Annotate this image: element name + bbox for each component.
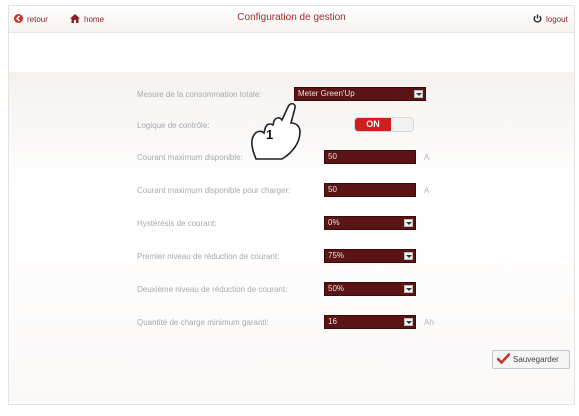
chevron-down-icon[interactable] [404, 219, 413, 227]
chevron-down-icon[interactable] [404, 318, 413, 326]
power-icon [533, 14, 542, 25]
app-window: retour home Configuration de gestion log… [8, 5, 575, 405]
max-charge-current-input[interactable]: 50 [324, 183, 416, 197]
max-current-value: 50 [328, 152, 337, 161]
hand-pointer-icon [251, 102, 301, 160]
callout-pointer: 1 [248, 99, 310, 161]
logic-label: Logique de contrôle: [137, 120, 210, 130]
hysteresis-value: 0% [328, 218, 340, 227]
consumption-label: Mesure de la consommation totale: [137, 89, 262, 99]
first-reduction-label: Premier niveau de réduction de courant: [137, 251, 280, 261]
min-charge-unit: Ah [424, 318, 434, 327]
save-button[interactable]: Sauvegarder [492, 350, 570, 369]
min-charge-label: Quantité de charge minimum garanti: [137, 317, 269, 327]
toggle-on-label: ON [355, 118, 391, 131]
second-reduction-value: 50% [328, 284, 345, 293]
logic-row: Logique de contrôle: [137, 118, 210, 132]
page-title: Configuration de gestion [237, 12, 346, 23]
save-label: Sauvegarder [513, 355, 559, 364]
checkmark-icon [496, 353, 511, 366]
hysteresis-label: Hystérésis de courant: [137, 218, 217, 228]
max-charge-current-row: Courant maximum disponible pour charger: [137, 183, 290, 197]
first-reduction-row: Premier niveau de réduction de courant: [137, 249, 279, 263]
second-reduction-row: Deuxième niveau de réduction de courant: [137, 282, 287, 296]
second-reduction-select[interactable]: 50% [324, 282, 416, 296]
max-current-input[interactable]: 50 [324, 150, 416, 164]
consumption-row: Mesure de la consommation totale: [137, 87, 262, 101]
chevron-down-icon[interactable] [404, 252, 413, 260]
max-charge-current-unit: A [424, 186, 430, 195]
min-charge-select[interactable]: 16 [324, 315, 416, 329]
min-charge-row: Quantité de charge minimum garanti: [137, 315, 269, 329]
max-charge-current-label: Courant maximum disponible pour charger: [137, 185, 291, 195]
chevron-down-icon[interactable] [404, 285, 413, 293]
second-reduction-label: Deuxième niveau de réduction de courant: [137, 284, 288, 294]
max-current-label: Courant maximum disponible: [137, 152, 243, 162]
chevron-down-icon[interactable] [414, 90, 423, 98]
callout-number: 1 [266, 127, 274, 142]
hysteresis-row: Hystérésis de courant: [137, 216, 217, 230]
max-current-unit: A [424, 153, 430, 162]
max-current-row: Courant maximum disponible: [137, 150, 243, 164]
first-reduction-value: 75% [328, 251, 345, 260]
logout-label: logout [546, 15, 568, 24]
logout-link[interactable]: logout [533, 14, 568, 25]
consumption-select[interactable]: Meter Green'Up [294, 87, 426, 101]
hysteresis-select[interactable]: 0% [324, 216, 416, 230]
max-charge-current-value: 50 [328, 185, 337, 194]
min-charge-value: 16 [328, 317, 337, 326]
consumption-value: Meter Green'Up [298, 89, 355, 98]
logic-toggle[interactable]: ON [354, 117, 414, 132]
first-reduction-select[interactable]: 75% [324, 249, 416, 263]
top-bar: retour home Configuration de gestion log… [9, 6, 574, 33]
